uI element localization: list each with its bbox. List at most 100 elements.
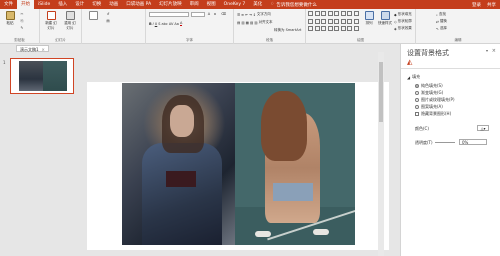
bold-icon[interactable]: B [149, 22, 152, 26]
slide-thumbnail[interactable] [10, 58, 74, 94]
copy-icon[interactable]: ⎘ [20, 19, 24, 23]
quick-styles-icon [380, 11, 390, 20]
shape-outline-row[interactable]: ◇ 形状轮廓 [394, 19, 412, 24]
picture-fill-radio[interactable] [415, 98, 419, 102]
vertical-scrollbar[interactable] [378, 52, 384, 256]
text-direction-label[interactable]: 文字方向 [257, 12, 271, 17]
select-row[interactable]: ↖ 选择 [436, 26, 447, 31]
photo-woman-sitting[interactable] [235, 83, 355, 245]
grow-font-icon[interactable]: A [207, 12, 211, 16]
close-icon[interactable]: × [42, 46, 45, 52]
format-painter-icon[interactable]: ✎ [20, 26, 24, 30]
justify-icon[interactable]: ▧ [250, 21, 253, 25]
shrink-font-icon[interactable]: a [213, 12, 217, 16]
paste-button[interactable]: 粘贴 [3, 11, 17, 26]
numbering-icon[interactable]: ≡ [241, 13, 244, 17]
drawing-group-label: 绘图 [357, 38, 364, 42]
thumbnail-photo-right [43, 61, 67, 91]
jacket-shape [142, 143, 222, 245]
pane-close-icon[interactable]: × [492, 48, 496, 54]
line-spacing-icon[interactable]: ↕ [253, 13, 256, 17]
reuse-slides-button[interactable]: 重用 幻灯片 [63, 11, 77, 31]
document-tab-label: 演示文稿1 [20, 46, 39, 52]
shoe-right-shape [313, 229, 329, 235]
smartart-label[interactable]: 转换为 SmartArt [274, 28, 301, 33]
photo-woman-denim-jacket[interactable] [122, 83, 235, 245]
gradient-fill-option[interactable]: 渐变填充(G) [415, 90, 443, 96]
tab-view[interactable]: 视图 [203, 0, 220, 9]
tab-home[interactable]: 开始 [17, 0, 34, 9]
hide-background-option[interactable]: 隐藏背景图形(H) [415, 111, 451, 117]
italic-icon[interactable]: I [153, 22, 154, 26]
fill-icon: ◆ [394, 12, 397, 17]
shape-fill-row[interactable]: ◆ 形状填充 [394, 12, 412, 17]
align-right-icon[interactable]: ▦ [246, 21, 249, 25]
shape-effect-row[interactable]: ◈ 形状效果 [394, 26, 412, 31]
slides-layout-group: ↺ ▤ [82, 9, 146, 44]
shadow-icon[interactable]: S [158, 22, 160, 26]
align-center-icon[interactable]: ▥ [241, 21, 244, 25]
cut-icon[interactable]: ✂ [20, 12, 24, 16]
ribbon: 粘贴 ✂ ⎘ ✎ 剪贴板 新建 幻灯片 重用 幻灯片 幻灯片 ↺ ▤ A a ⌫… [0, 9, 500, 44]
document-tab[interactable]: 演示文稿1 × [16, 44, 49, 52]
align-left-icon[interactable]: ▤ [237, 21, 240, 25]
font-color-icon[interactable]: A [179, 21, 183, 26]
gradient-fill-radio[interactable] [415, 91, 419, 95]
pane-options-icon[interactable]: ▾ [486, 48, 488, 53]
list-row: ☰ ≡ ⇤ ⇥ ↕ 文字方向 [237, 12, 271, 17]
scrollbar-thumb[interactable] [379, 62, 383, 122]
fill-bucket-icon[interactable]: ◭ [407, 58, 415, 66]
sign-in-link[interactable]: 登录 [472, 2, 481, 8]
align-text-label[interactable]: 对齐文本 [259, 20, 273, 25]
new-slide-icon [46, 11, 56, 20]
tell-me-search[interactable]: ♢ 告诉我您想要做什么 [270, 2, 317, 8]
columns-icon[interactable]: ▥ [254, 21, 257, 25]
fill-section-header[interactable]: ◢ 填充 [407, 74, 420, 80]
font-group-label: 字体 [186, 38, 193, 42]
picture-fill-option[interactable]: 图片或纹理填充(P) [415, 97, 455, 103]
hide-background-checkbox[interactable] [415, 112, 419, 116]
share-button[interactable]: 共享 [487, 2, 496, 8]
document-tabbar: 演示文稿1 × [0, 44, 378, 52]
underline-icon[interactable]: U [155, 22, 158, 26]
tab-file[interactable]: 文件 [0, 0, 17, 9]
replace-row[interactable]: ⇄ 替换 [436, 19, 447, 24]
strike-icon[interactable]: abc [162, 22, 168, 26]
font-size-combo[interactable] [191, 12, 205, 17]
color-picker-button[interactable]: ◬▾ [477, 125, 489, 131]
font-name-combo[interactable] [149, 12, 189, 17]
solid-fill-option[interactable]: 纯色填充(S) [415, 83, 443, 89]
increase-indent-icon[interactable]: ⇥ [249, 13, 252, 17]
case-icon[interactable]: Aa [174, 22, 179, 26]
spacing-icon[interactable]: AV [169, 22, 174, 26]
clear-format-icon[interactable]: ⌫ [221, 12, 226, 16]
pattern-fill-radio[interactable] [415, 105, 419, 109]
pattern-fill-option[interactable]: 图案填充(A) [415, 104, 443, 110]
pane-divider [401, 68, 500, 69]
reset-icon[interactable]: ↺ [106, 12, 110, 16]
solid-fill-radio[interactable] [415, 84, 419, 88]
tab-review[interactable]: 审阅 [186, 0, 203, 9]
bullets-icon[interactable]: ☰ [237, 13, 240, 17]
tab-beautify[interactable]: 美化 [249, 0, 266, 9]
tab-islide[interactable]: iSlide [34, 0, 54, 9]
paragraph-group: ☰ ≡ ⇤ ⇥ ↕ 文字方向 ▤ ▥ ▦ ▧ ▥ 对齐文本 转换为 SmartA… [234, 9, 306, 44]
select-icon: ↖ [436, 26, 439, 31]
tab-pocket-animation[interactable]: 口袋动画 PA [122, 0, 155, 9]
decrease-indent-icon[interactable]: ⇤ [245, 13, 248, 17]
transparency-slider[interactable] [435, 142, 455, 143]
quick-styles-button[interactable]: 快速样式 [378, 11, 392, 26]
tab-onekey[interactable]: OneKey 7 [220, 0, 250, 9]
arrange-button[interactable]: 排列 [362, 11, 376, 26]
section-icon[interactable]: ▤ [106, 19, 110, 23]
tab-slideshow[interactable]: 幻灯片放映 [155, 0, 186, 9]
tab-animations[interactable]: 动画 [105, 0, 122, 9]
shapes-gallery[interactable] [308, 11, 359, 33]
tab-insert[interactable]: 插入 [54, 0, 71, 9]
find-row[interactable]: ⌕ 查找 [436, 12, 446, 17]
transparency-spinner[interactable]: 0% [459, 139, 487, 145]
layout-button[interactable] [86, 11, 100, 21]
new-slide-button[interactable]: 新建 幻灯片 [44, 11, 58, 31]
tab-design[interactable]: 设计 [71, 0, 88, 9]
tab-transitions[interactable]: 切换 [88, 0, 105, 9]
